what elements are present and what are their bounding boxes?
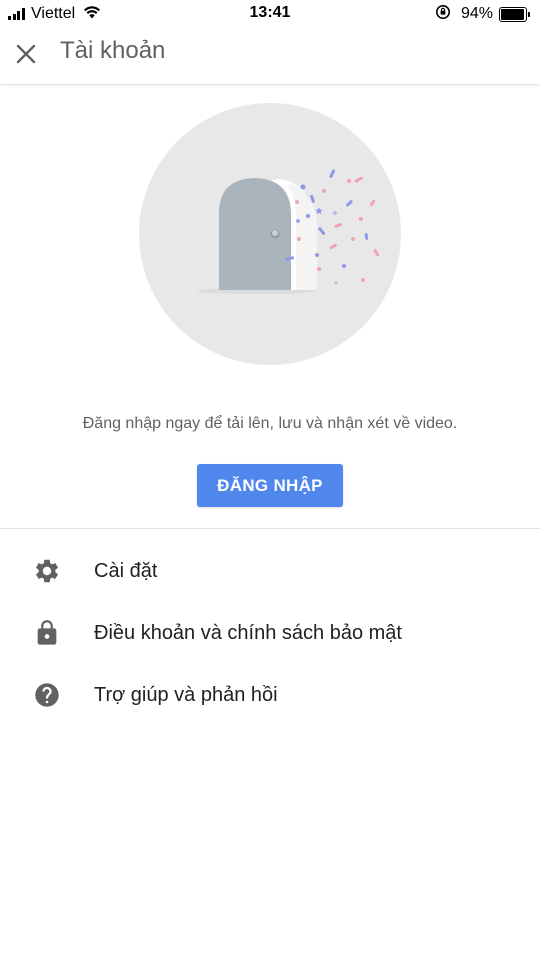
- gear-icon: [33, 557, 61, 585]
- menu-item-help-feedback[interactable]: Trợ giúp và phản hồi: [0, 665, 540, 725]
- signin-prompt: Đăng nhập ngay để tải lên, lưu và nhận x…: [82, 415, 458, 432]
- menu-item-label: Điều khoản và chính sách bảo mật: [94, 621, 402, 644]
- signin-illustration: [139, 103, 401, 365]
- battery-icon: [499, 6, 527, 22]
- battery-percent: 94%: [460, 5, 493, 22]
- menu-item-label: Trợ giúp và phản hồi: [94, 683, 278, 706]
- status-bar: Viettel 13:41 94%: [0, 0, 540, 28]
- close-icon: [16, 44, 36, 64]
- divider: [0, 528, 540, 529]
- menu-item-settings[interactable]: Cài đặt: [0, 541, 540, 601]
- close-button[interactable]: [10, 38, 42, 70]
- signin-button[interactable]: ĐĂNG NHẬP: [197, 464, 343, 507]
- battery-tip: [528, 11, 530, 17]
- rotation-lock-icon: [435, 4, 451, 25]
- battery-level: [501, 8, 524, 20]
- menu-item-terms-privacy[interactable]: Điều khoản và chính sách bảo mật: [0, 603, 540, 663]
- menu-item-label: Cài đặt: [94, 559, 158, 582]
- app-bar: Tài khoản: [0, 28, 540, 85]
- page-title: Tài khoản: [60, 37, 166, 64]
- help-icon: [33, 681, 61, 709]
- status-right: 94%: [435, 4, 530, 24]
- lock-icon: [33, 619, 61, 647]
